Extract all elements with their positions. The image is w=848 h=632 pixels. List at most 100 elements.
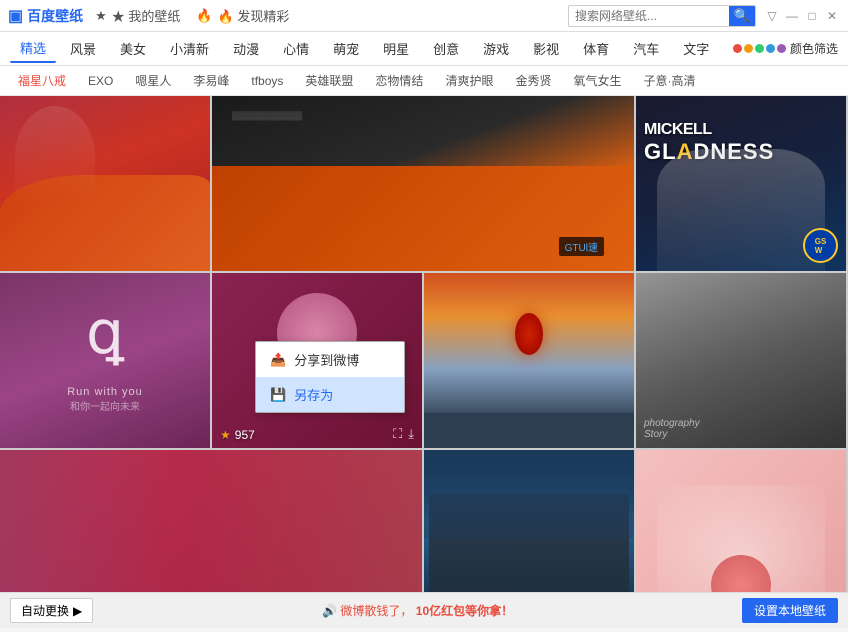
search-input[interactable] bbox=[569, 9, 729, 23]
nav-item-pets[interactable]: 萌宠 bbox=[323, 35, 369, 62]
subnav-item-3[interactable]: 李易峰 bbox=[185, 70, 237, 91]
ground-area bbox=[424, 413, 634, 448]
bg-pattern: ▓▓▓▓▓▓▓▓▓▓▓▓ bbox=[232, 111, 302, 120]
wallpaper-cell-7[interactable]: photographyStory bbox=[636, 273, 846, 448]
download-icon: ⤓ bbox=[408, 426, 414, 442]
play-icon: ▶ bbox=[73, 604, 82, 618]
share-weibo-label: 分享到微博 bbox=[294, 350, 359, 369]
color-filter[interactable]: 颜色筛选 bbox=[733, 40, 838, 57]
bottom-message: 🔊 微博散钱了， 10亿红包等你拿！ bbox=[322, 602, 513, 619]
nav-item-cars[interactable]: 汽车 bbox=[623, 35, 669, 62]
speaker-icon: 🔊 bbox=[322, 604, 337, 618]
main-nav: 精选 风景 美女 小清新 动漫 心情 萌宠 明星 创意 游戏 影视 体育 汽车 … bbox=[0, 32, 848, 66]
wallpaper-cell-3[interactable]: MICKELLGLADNESS GSW bbox=[636, 96, 846, 271]
discover-link[interactable]: 🔥 🔥 发现精彩 bbox=[196, 6, 289, 25]
set-wallpaper-button[interactable]: 设置本地壁纸 bbox=[742, 598, 838, 623]
nav-item-fresh[interactable]: 小清新 bbox=[160, 35, 219, 62]
search-button[interactable]: 🔍 bbox=[729, 5, 755, 27]
nav-item-anime[interactable]: 动漫 bbox=[223, 35, 269, 62]
titlebar-right: 🔍 ▽ — □ ✕ bbox=[568, 5, 840, 27]
wallpaper-cell-6[interactable] bbox=[424, 273, 634, 448]
subnav-item-4[interactable]: tfboys bbox=[243, 72, 291, 90]
color-dot-red bbox=[733, 44, 742, 53]
wallpaper-cell-4[interactable]: ꝗ Run with you 和你一起向未来 bbox=[0, 273, 210, 448]
person-left bbox=[0, 450, 169, 592]
my-wallpaper-link[interactable]: ★ ★ 我的壁纸 bbox=[95, 6, 180, 25]
cell-icons: ⛶ ⤓ bbox=[393, 426, 414, 442]
subnav-item-6[interactable]: 恋物情结 bbox=[367, 70, 431, 91]
wallpaper-cell-9[interactable] bbox=[424, 450, 634, 592]
close-button[interactable]: ✕ bbox=[824, 8, 840, 24]
highlight-text: 10亿红包等你拿！ bbox=[416, 604, 513, 618]
subnav-item-2[interactable]: 嗯星人 bbox=[127, 70, 179, 91]
nav-item-stars[interactable]: 明星 bbox=[373, 35, 419, 62]
nav-item-creative[interactable]: 创意 bbox=[423, 35, 469, 62]
minimize-button[interactable]: — bbox=[784, 8, 800, 24]
count-text: 957 bbox=[235, 428, 255, 442]
content-grid: GTUl速 ▓▓▓▓▓▓▓▓▓▓▓▓ MICKELLGLADNESS GSW ꝗ… bbox=[0, 96, 848, 592]
lantern-image bbox=[515, 313, 543, 355]
subnav-item-1[interactable]: EXO bbox=[80, 72, 121, 90]
nav-item-landscape[interactable]: 风景 bbox=[60, 35, 106, 62]
music-symbol: ꝗ bbox=[86, 303, 124, 363]
sub-nav: 福星八戒 EXO 嗯星人 李易峰 tfboys 英雄联盟 恋物情结 清爽护眼 金… bbox=[0, 66, 848, 96]
wallpaper-cell-2[interactable]: GTUl速 ▓▓▓▓▓▓▓▓▓▓▓▓ bbox=[212, 96, 634, 271]
nav-item-sports[interactable]: 体育 bbox=[573, 35, 619, 62]
auto-change-label: 自动更换 bbox=[21, 602, 69, 619]
run-text: Run with you bbox=[0, 386, 210, 398]
expand-icon: ⛶ bbox=[393, 426, 402, 442]
save-as-item[interactable]: 💾 另存为 bbox=[256, 377, 404, 412]
color-dot-purple bbox=[777, 44, 786, 53]
save-icon: 💾 bbox=[270, 387, 286, 403]
wallpaper-cell-8[interactable] bbox=[0, 450, 422, 592]
nav-item-selected[interactable]: 精选 bbox=[10, 34, 56, 63]
weibo-text: 微博散钱了， bbox=[340, 604, 412, 618]
fire-icon: 🔥 bbox=[196, 8, 212, 24]
star-icon: ★ bbox=[220, 428, 231, 442]
save-as-label: 另存为 bbox=[294, 385, 333, 404]
maximize-button[interactable]: □ bbox=[804, 8, 820, 24]
auto-change-button[interactable]: 自动更换 ▶ bbox=[10, 598, 93, 623]
wallpaper-cell-10[interactable] bbox=[636, 450, 846, 592]
wallpaper-cell-1[interactable] bbox=[0, 96, 210, 271]
subnav-item-7[interactable]: 清爽护眼 bbox=[437, 70, 501, 91]
logo-icon: ▣ bbox=[8, 6, 23, 26]
star-icon: ★ bbox=[95, 8, 107, 24]
filter-icon[interactable]: ▽ bbox=[764, 8, 780, 24]
cell-overlay: ★ 957 bbox=[220, 428, 255, 442]
window-controls: ▽ — □ ✕ bbox=[764, 8, 840, 24]
subnav-item-5[interactable]: 英雄联盟 bbox=[297, 70, 361, 91]
title-bar: ▣ 百度壁纸 ★ ★ 我的壁纸 🔥 🔥 发现精彩 🔍 ▽ — □ ✕ bbox=[0, 0, 848, 32]
story-text: photographyStory bbox=[644, 418, 700, 440]
subnav-item-0[interactable]: 福星八戒 bbox=[10, 70, 74, 91]
color-filter-label: 颜色筛选 bbox=[790, 40, 838, 57]
nav-item-games[interactable]: 游戏 bbox=[473, 35, 519, 62]
nav-item-film[interactable]: 影视 bbox=[523, 35, 569, 62]
person-right bbox=[190, 450, 422, 592]
nav-item-beauty[interactable]: 美女 bbox=[110, 35, 156, 62]
color-dot-green bbox=[755, 44, 764, 53]
subnav-item-8[interactable]: 金秀贤 bbox=[507, 70, 559, 91]
color-dots bbox=[733, 44, 786, 53]
license-plate: GTUl速 bbox=[559, 237, 604, 256]
search-box: 🔍 bbox=[568, 5, 756, 27]
sky-reflection bbox=[424, 450, 634, 538]
warriors-badge: GSW bbox=[803, 228, 838, 263]
share-icon: 📤 bbox=[270, 352, 286, 368]
subnav-item-9[interactable]: 氧气女生 bbox=[565, 70, 629, 91]
app-logo: ▣ 百度壁纸 bbox=[8, 6, 83, 26]
bottom-bar: 自动更换 ▶ 🔊 微博散钱了， 10亿红包等你拿！ 设置本地壁纸 bbox=[0, 592, 848, 628]
nav-item-mood[interactable]: 心情 bbox=[273, 35, 319, 62]
search-icon: 🔍 bbox=[734, 8, 751, 24]
color-dot-blue bbox=[766, 44, 775, 53]
subnav-item-10[interactable]: 子意·高清 bbox=[635, 70, 703, 91]
person-silhouette bbox=[15, 106, 95, 206]
color-dot-orange bbox=[744, 44, 753, 53]
sub-text: 和你一起向未来 bbox=[0, 398, 210, 413]
titlebar-nav: ★ ★ 我的壁纸 🔥 🔥 发现精彩 bbox=[95, 6, 289, 25]
context-menu: 📤 分享到微博 💾 另存为 bbox=[255, 341, 405, 413]
titlebar-left: ▣ 百度壁纸 ★ ★ 我的壁纸 🔥 🔥 发现精彩 bbox=[8, 6, 289, 26]
share-weibo-item[interactable]: 📤 分享到微博 bbox=[256, 342, 404, 377]
nav-item-text[interactable]: 文字 bbox=[673, 35, 719, 62]
logo-text: 百度壁纸 bbox=[27, 6, 83, 26]
